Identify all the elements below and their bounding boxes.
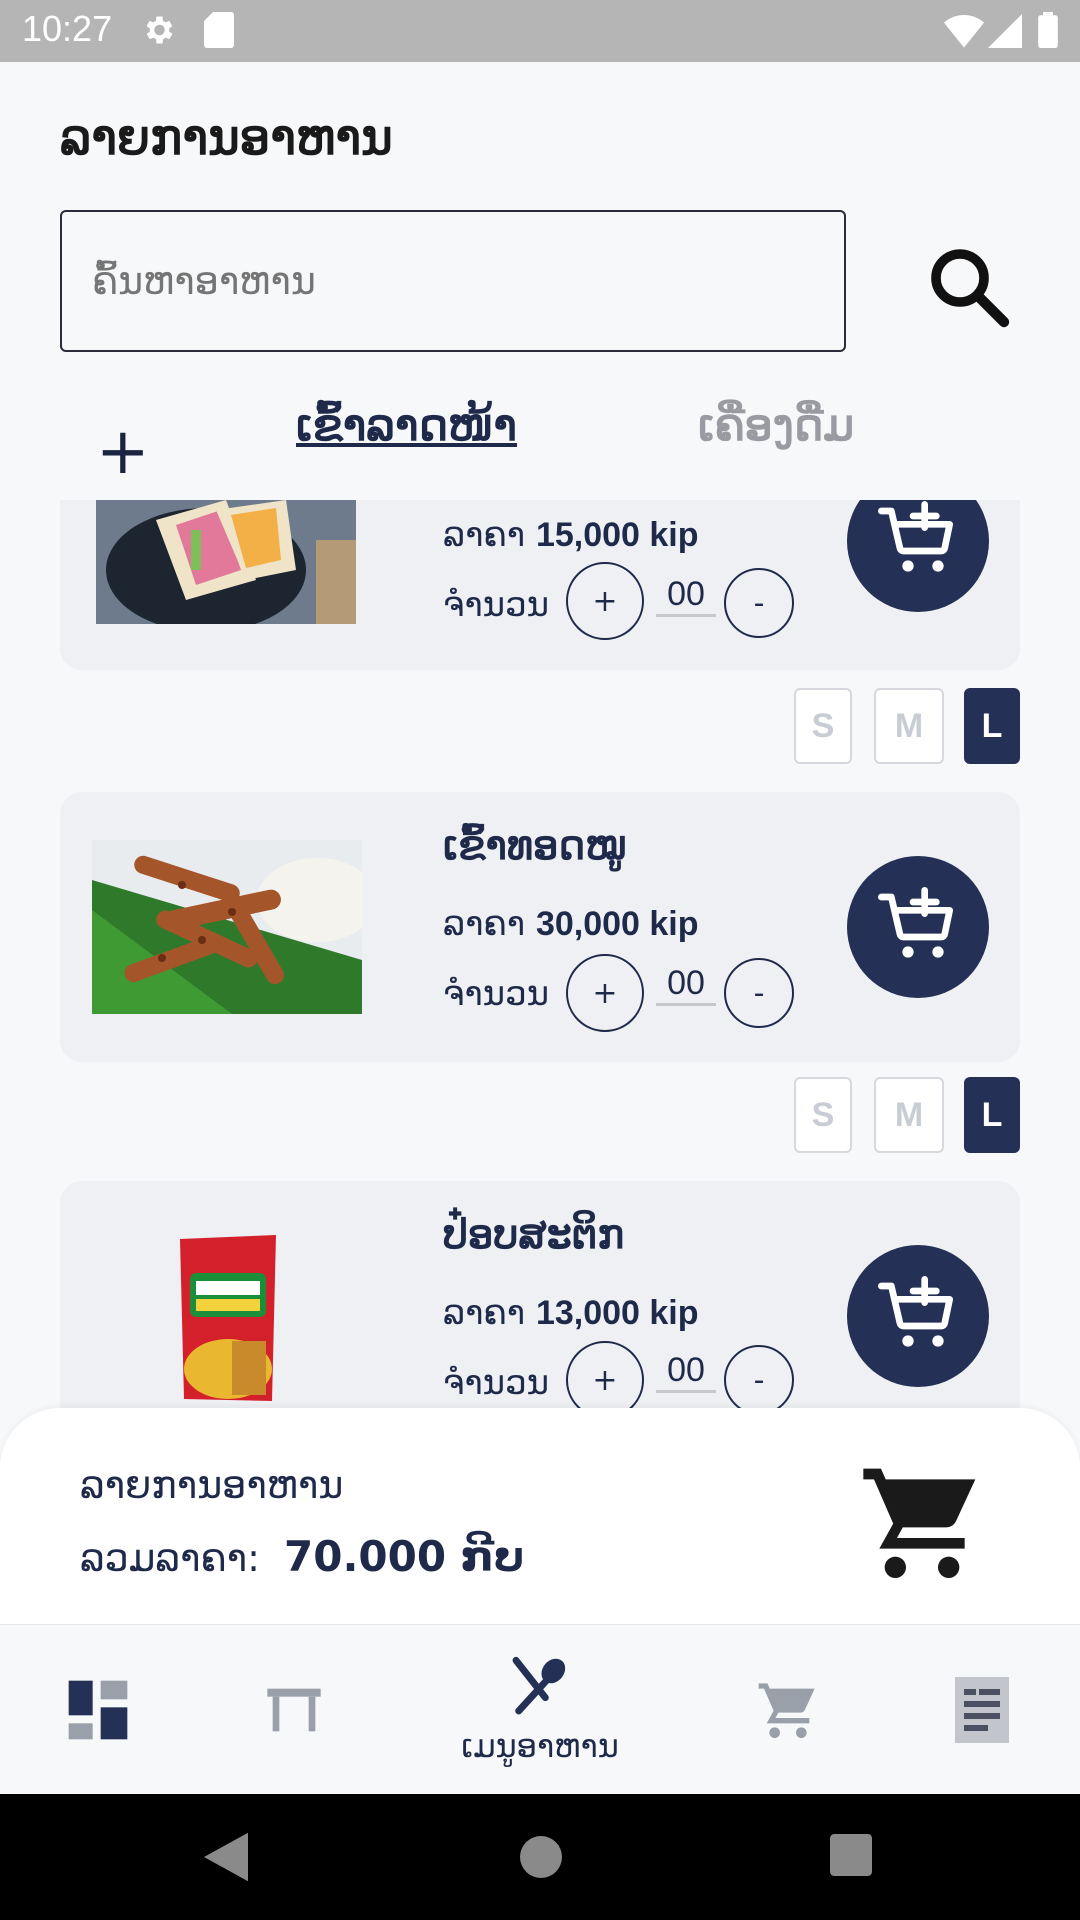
item-price: 15,000 kip: [535, 516, 699, 554]
tab-drinks[interactable]: ເຄື່ອງດື່ມ: [698, 400, 854, 451]
summary-label: ລາຍການອາຫານ: [80, 1463, 344, 1507]
add-to-cart-button[interactable]: [847, 856, 989, 998]
wifi-icon: [944, 15, 984, 48]
add-to-cart-icon: [878, 1276, 953, 1347]
tab-main-dishes[interactable]: ເຂົ້າລາດໜ້າ: [296, 400, 517, 451]
table-icon: [267, 1688, 321, 1732]
recents-icon[interactable]: [830, 1834, 872, 1876]
home-icon[interactable]: [520, 1836, 562, 1878]
nav-label: ເມນູອາຫານ: [461, 1727, 619, 1765]
search-field-container[interactable]: [60, 210, 846, 352]
price-row: ລາຄາ 30,000 kip: [443, 904, 699, 944]
size-selector: S M L: [0, 688, 1080, 768]
qty-minus-button[interactable]: -: [724, 1345, 794, 1410]
qty-label: ຈຳນວນ: [443, 1363, 549, 1403]
order-summary-panel: ລາຍການອາຫານ ລວມລາຄາ: 70.000 ກີບ: [0, 1408, 1080, 1624]
size-m-button[interactable]: M: [874, 688, 944, 764]
size-s-button[interactable]: S: [794, 1077, 852, 1153]
price-row: ລາຄາ 15,000 kip: [443, 515, 699, 555]
qty-value[interactable]: 00: [656, 575, 716, 617]
fried-pork-photo: [92, 840, 362, 1014]
search-input[interactable]: [62, 212, 844, 350]
price-prefix: ລາຄາ: [443, 515, 526, 555]
sandwich-photo: [96, 500, 356, 624]
status-time: 10:27: [22, 8, 113, 49]
price-prefix: ລາຄາ: [443, 1293, 526, 1333]
size-m-button[interactable]: M: [874, 1077, 944, 1153]
item-name: ປ໋ອບສະຕິກ: [443, 1211, 625, 1258]
qty-value[interactable]: 00: [656, 964, 716, 1006]
back-icon[interactable]: [204, 1832, 248, 1882]
total-value: 70.000 ກີບ: [284, 1532, 525, 1581]
food-card: ລາຄາ 15,000 kip ຈຳນວນ + 00 -: [60, 500, 1020, 670]
dashboard-icon: [68, 1680, 128, 1740]
qty-plus-button[interactable]: +: [566, 562, 644, 640]
qty-minus-button[interactable]: -: [724, 958, 794, 1028]
cart-icon[interactable]: [858, 1458, 986, 1586]
status-bar: 10:27: [0, 0, 1080, 62]
size-s-button[interactable]: S: [794, 688, 852, 764]
gear-icon: [146, 16, 173, 44]
nav-tables[interactable]: [242, 1625, 346, 1795]
add-to-cart-icon: [878, 887, 953, 958]
system-navigation-bar: [0, 1794, 1080, 1920]
size-l-button[interactable]: L: [964, 1077, 1020, 1153]
qty-label: ຈຳນວນ: [443, 585, 549, 625]
page-title: ລາຍການອາຫານ: [60, 110, 393, 166]
food-card: ເຂົ້າທອດໝູ ລາຄາ 30,000 kip ຈຳນວນ + 00 -: [60, 792, 1020, 1062]
bottom-navigation: ເມນູອາຫານ: [0, 1624, 1080, 1795]
nav-receipts[interactable]: [930, 1625, 1034, 1795]
total-label: ລວມລາຄາ:: [80, 1536, 260, 1580]
price-prefix: ລາຄາ: [443, 904, 526, 944]
nav-food-menu[interactable]: ເມນູອາຫານ: [430, 1625, 650, 1795]
food-card: ປ໋ອບສະຕິກ ລາຄາ 13,000 kip ຈຳນວນ + 00 -: [60, 1181, 1020, 1410]
item-price: 30,000 kip: [535, 905, 699, 943]
add-to-cart-button[interactable]: [847, 500, 989, 612]
qty-plus-button[interactable]: +: [566, 1341, 644, 1410]
pomsticks-photo: [176, 1233, 280, 1403]
size-selector: S M L: [0, 1077, 1080, 1157]
add-to-cart-button[interactable]: [847, 1245, 989, 1387]
receipt-icon: [955, 1677, 1009, 1743]
qty-plus-button[interactable]: +: [566, 954, 644, 1032]
fork-spoon-icon: [512, 1656, 566, 1715]
price-row: ລາຄາ 13,000 kip: [443, 1293, 699, 1333]
item-name: ເຂົ້າທອດໝູ: [443, 822, 627, 869]
size-l-button[interactable]: L: [964, 688, 1020, 764]
add-to-cart-icon: [878, 501, 953, 572]
search-icon[interactable]: [922, 240, 1018, 336]
food-list[interactable]: ລາຄາ 15,000 kip ຈຳນວນ + 00 - S M L ເຂົ້າ…: [0, 500, 1080, 1410]
qty-label: ຈຳນວນ: [443, 974, 549, 1014]
nav-cart[interactable]: [736, 1625, 840, 1795]
qty-value[interactable]: 00: [656, 1351, 716, 1393]
battery-icon: [1038, 12, 1058, 48]
qty-minus-button[interactable]: -: [724, 568, 794, 638]
add-category-button[interactable]: +: [96, 420, 150, 484]
cart-icon: [758, 1683, 815, 1738]
item-price: 13,000 kip: [535, 1294, 699, 1332]
sd-card-icon: [204, 12, 234, 48]
signal-icon: [988, 14, 1022, 48]
nav-dashboard[interactable]: [46, 1625, 150, 1795]
